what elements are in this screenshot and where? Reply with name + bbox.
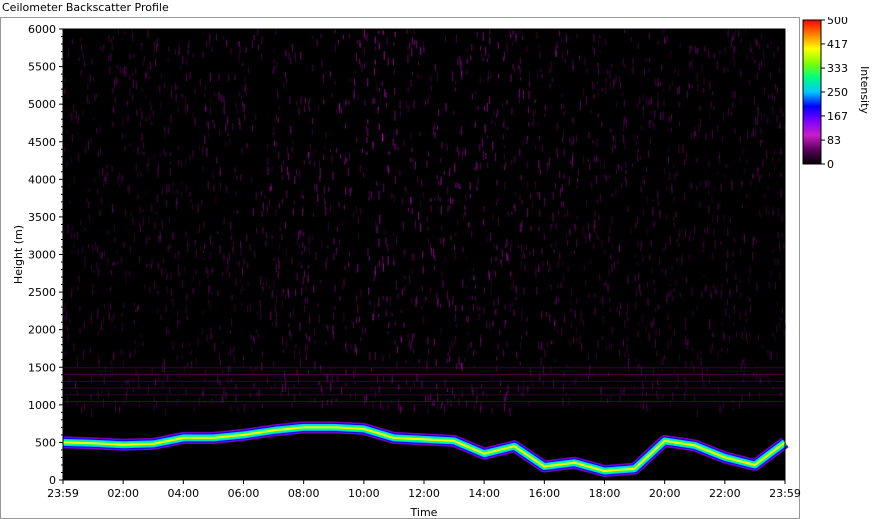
x-tick-label: 20:00 — [649, 487, 681, 500]
colorbar-tick-label: 500 — [827, 17, 848, 27]
colorbar: 500 417 333 250 167 83 0 — [802, 17, 848, 171]
x-tick-label: 23:59 — [47, 487, 79, 500]
x-axis: 23:59 02:00 04:00 06:00 08:00 10:00 12:00 14:00… — [47, 480, 801, 500]
backscatter-heatmap-chart: 0500100015002000250030003500400045005000… — [0, 17, 871, 519]
y-tick-label: 3500 — [28, 211, 56, 224]
colorbar-tick-label: 167 — [827, 110, 848, 123]
y-tick-label: 0 — [49, 474, 56, 487]
y-tick-label: 500 — [35, 436, 56, 449]
y-tick-label: 2000 — [28, 324, 56, 337]
y-tick-label: 1500 — [28, 361, 56, 374]
chart-panel: 0 500 1000 1500 2000 2500 3000 3500 4000 4500 5000… — [0, 17, 871, 519]
colorbar-tick-label: 0 — [827, 158, 834, 171]
colorbar-title: Intensity — [858, 66, 871, 114]
y-tick-label: 5000 — [28, 98, 56, 111]
x-tick-label: 23:59 — [769, 487, 801, 500]
y-tick-label: 2500 — [28, 286, 56, 299]
colorbar-tick-label: 83 — [827, 134, 841, 147]
x-tick-label: 16:00 — [528, 487, 560, 500]
window-title: Ceilometer Backscatter Profile — [2, 1, 169, 14]
x-tick-label: 14:00 — [468, 487, 500, 500]
y-tick-label: 3000 — [28, 249, 56, 262]
x-tick-label: 18:00 — [589, 487, 621, 500]
x-tick-label: 22:00 — [709, 487, 741, 500]
x-tick-label: 06:00 — [228, 487, 260, 500]
y-tick-label: 5500 — [28, 61, 56, 74]
y-tick-label: 4000 — [28, 173, 56, 186]
colorbar-tick-label: 250 — [827, 86, 848, 99]
x-tick-label: 02:00 — [107, 487, 139, 500]
colorbar-gradient — [802, 19, 822, 165]
y-tick-label: 4500 — [28, 136, 56, 149]
x-tick-label: 12:00 — [408, 487, 440, 500]
colorbar-tick-label: 417 — [827, 38, 848, 51]
y-tick-label: 1000 — [28, 399, 56, 412]
x-axis-title: Time — [410, 506, 438, 519]
colorbar-tick-label: 333 — [827, 62, 848, 75]
x-tick-label: 04:00 — [167, 487, 199, 500]
x-tick-label: 10:00 — [348, 487, 380, 500]
y-axis: 0 500 1000 1500 2000 2500 3000 3500 4000 4500 5000… — [28, 23, 63, 487]
y-axis-title: Height (m) — [12, 225, 25, 284]
y-tick-label: 6000 — [28, 23, 56, 36]
x-tick-label: 08:00 — [288, 487, 320, 500]
